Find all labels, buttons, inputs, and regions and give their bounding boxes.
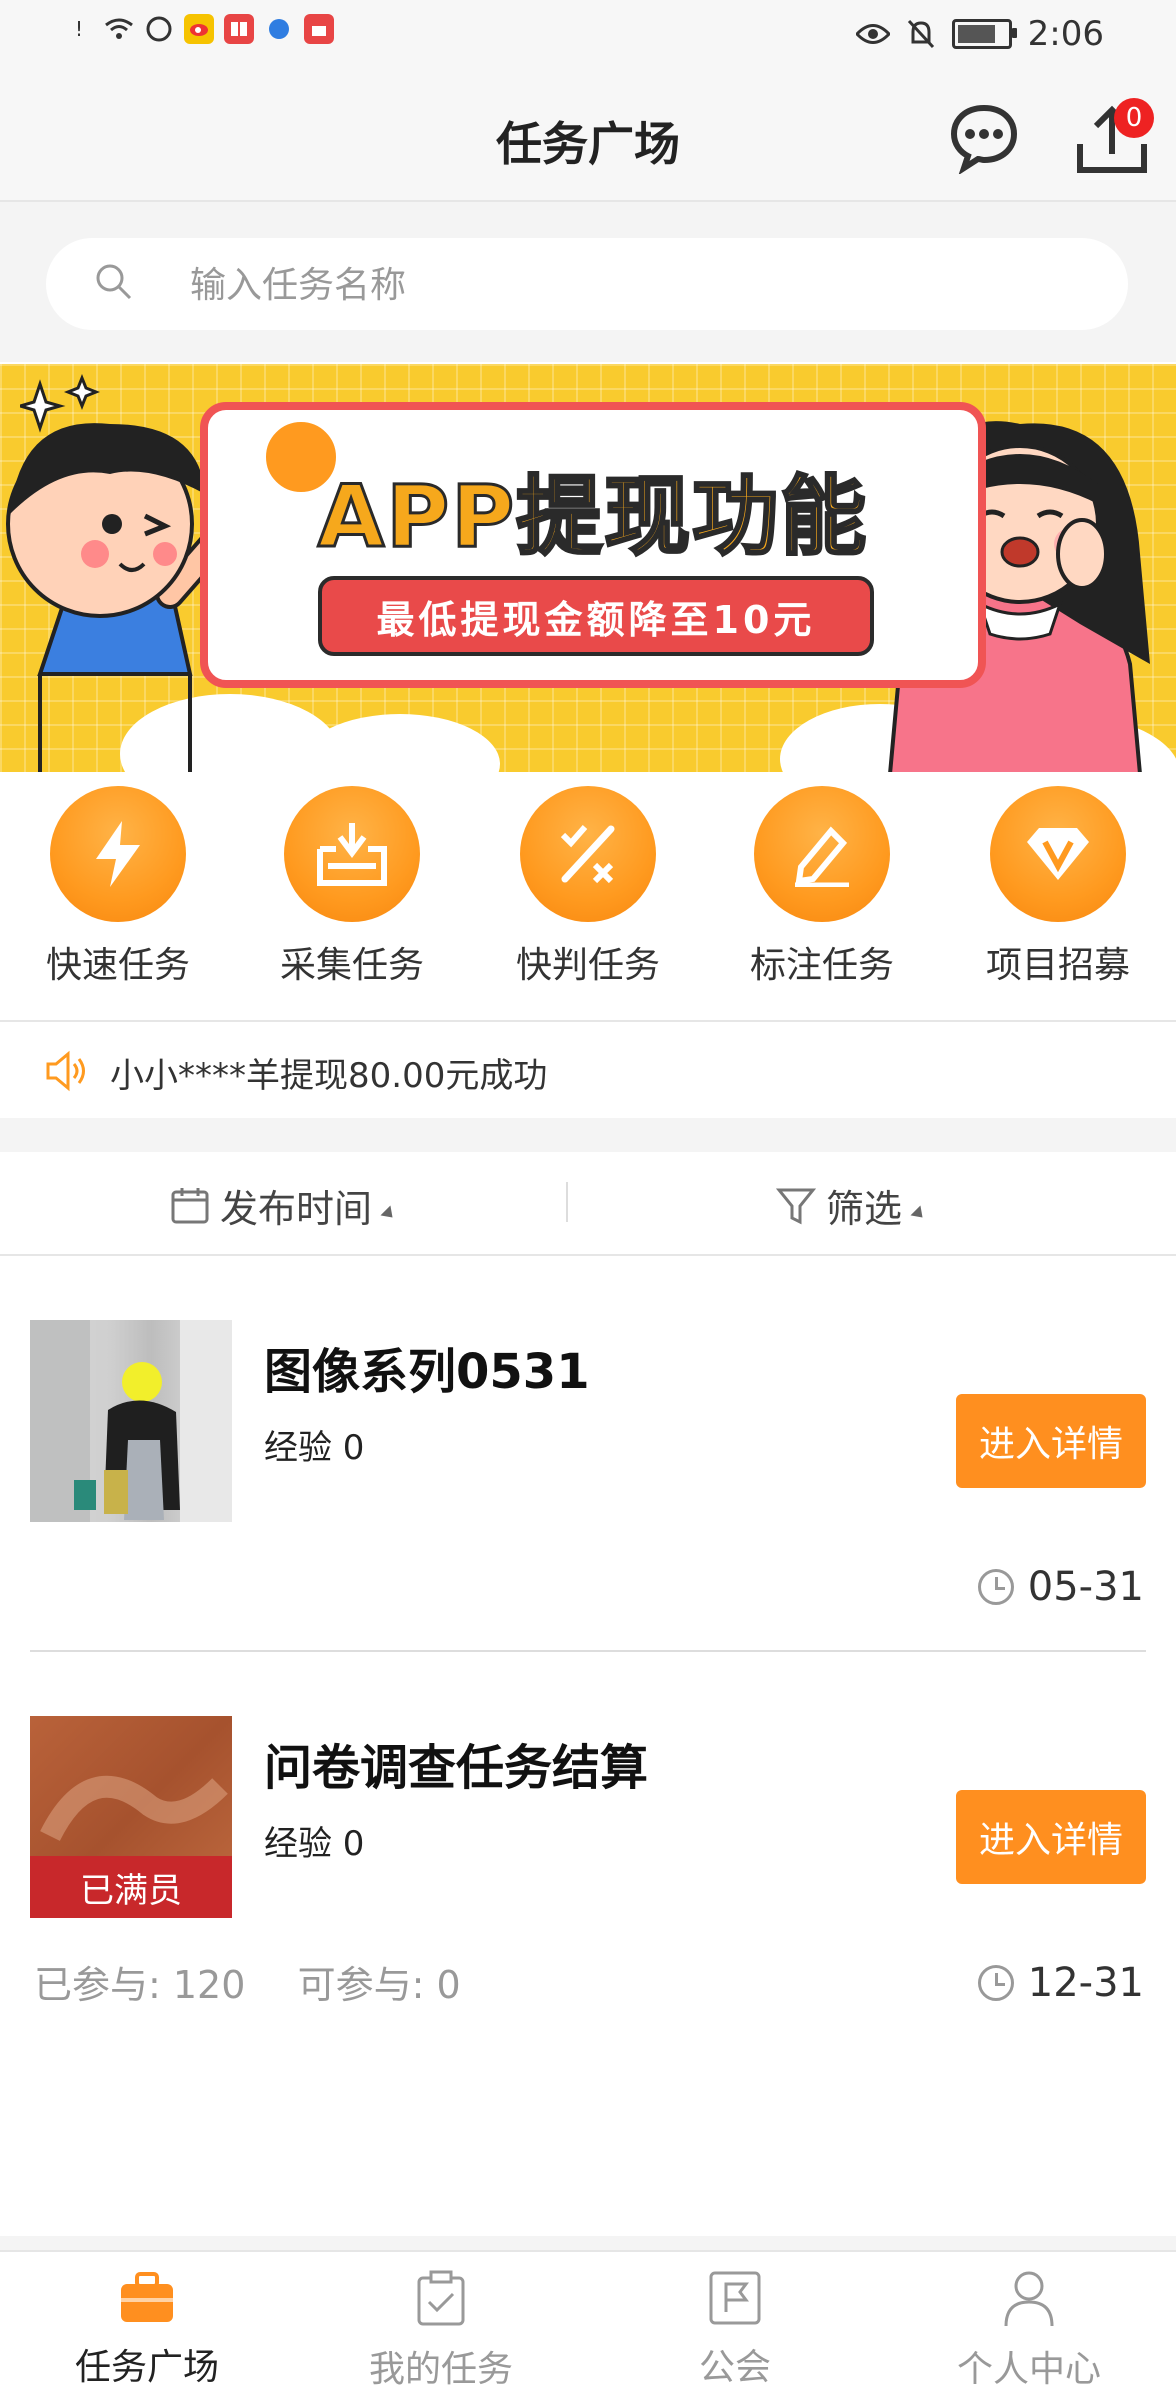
clock-icon [977, 1965, 1014, 2001]
judge-icon [560, 825, 615, 884]
globe-icon [264, 14, 294, 44]
category-annotate-task[interactable]: 标注任务 [722, 786, 922, 988]
app-header: 任务广场 0 [0, 72, 1176, 202]
dropdown-triangle-icon [910, 1205, 928, 1222]
cloud-decoration [300, 714, 500, 772]
bottom-nav: 任务广场 我的任务 公会 个人中心 [0, 2250, 1176, 2402]
section-gap [0, 1118, 1176, 1152]
task-experience: 经验 0 [264, 1428, 365, 1468]
task-date-text: 05-31 [1027, 1564, 1144, 1610]
section-gap [0, 2236, 1176, 2250]
task-experience: 经验 0 [264, 1824, 365, 1864]
category-icon-circle [284, 786, 420, 922]
nav-label: 我的任务 [368, 2349, 513, 2390]
nav-profile[interactable]: 个人中心 [882, 2252, 1176, 2402]
search-box[interactable] [46, 238, 1128, 332]
status-right: 2:06 [855, 14, 1104, 54]
task-card[interactable]: 已满员 问卷调查任务结算 经验 0 进入详情 已参与: 120 可参与: 0 1… [0, 1716, 1176, 2036]
clipboard-icon [417, 2270, 465, 2326]
category-icon-circle [50, 786, 186, 922]
category-judge-task[interactable]: 快判任务 [488, 786, 688, 988]
collect-icon [317, 823, 387, 886]
pencil-icon [795, 826, 849, 887]
upload-badge: 0 [1114, 98, 1154, 138]
book-icon [224, 14, 254, 44]
search-area [0, 202, 1176, 362]
search-input[interactable] [188, 238, 1072, 332]
available-count: 可参与: 0 [297, 1963, 461, 2007]
filter-button[interactable]: 筛选 [776, 1178, 928, 1233]
message-button[interactable] [948, 102, 1020, 176]
category-collect-task[interactable]: 采集任务 [252, 786, 452, 988]
weibo-icon [184, 14, 214, 44]
promo-banner[interactable]: APP提现功能 最低提现金额降至10元 [0, 364, 1176, 772]
banner-title: APP提现功能 [316, 466, 869, 569]
filter-divider [566, 1182, 568, 1222]
person-photo-illustration [30, 1320, 232, 1522]
lightning-icon [96, 821, 140, 887]
task-title: 问卷调查任务结算 [264, 1740, 649, 1796]
category-icon-circle [520, 786, 656, 922]
briefcase-icon [121, 2272, 173, 2322]
category-row: 快速任务 采集任务 快判任务 标注任务 项目招募 [0, 772, 1176, 1022]
full-status-label: 已满员 [30, 1856, 232, 1918]
view-details-button[interactable]: 进入详情 [956, 1394, 1146, 1488]
category-icon-circle [990, 786, 1126, 922]
view-details-button[interactable]: 进入详情 [956, 1790, 1146, 1884]
flag-icon [709, 2271, 761, 2325]
store-icon [304, 14, 334, 44]
battery-icon [951, 19, 1017, 49]
task-date: 05-31 [977, 1564, 1144, 1610]
banner-card: APP提现功能 最低提现金额降至10元 [200, 402, 986, 688]
notice-bar[interactable]: 小小****羊提现80.00元成功 [0, 1022, 1176, 1118]
task-thumbnail: 已满员 [30, 1716, 232, 1918]
clock-icon [977, 1569, 1014, 1605]
filter-label: 筛选 [826, 1187, 903, 1231]
browser-icon [144, 14, 174, 44]
task-stats: 已参与: 120 可参与: 0 [34, 1954, 461, 2009]
sort-by-time[interactable]: 发布时间 [170, 1178, 398, 1233]
nav-my-tasks[interactable]: 我的任务 [294, 2252, 588, 2402]
funnel-icon [776, 1188, 816, 1224]
calendar-icon [171, 1187, 209, 1223]
task-title: 图像系列0531 [264, 1344, 590, 1400]
status-bar: ! 2:06 [0, 0, 1176, 72]
nav-task-square[interactable]: 任务广场 [0, 2252, 294, 2402]
user-icon [1004, 2271, 1054, 2327]
notice-text: 小小****羊提现80.00元成功 [110, 1056, 548, 1096]
task-thumbnail [30, 1320, 232, 1522]
nav-label: 个人中心 [956, 2349, 1101, 2390]
category-icon-circle [754, 786, 890, 922]
task-divider [30, 1650, 1146, 1652]
category-quick-task[interactable]: 快速任务 [18, 786, 218, 988]
diamond-icon [1027, 828, 1089, 880]
category-label: 采集任务 [279, 945, 424, 986]
clock-text: 2:06 [1027, 14, 1104, 54]
status-left-icons: ! [64, 14, 334, 44]
category-label: 标注任务 [749, 945, 894, 986]
speaker-icon [46, 1050, 85, 1092]
banner-subtitle: 最低提现金额降至10元 [318, 576, 874, 656]
task-date-text: 12-31 [1027, 1960, 1144, 2006]
category-label: 快判任务 [515, 945, 660, 986]
mute-bell-icon [907, 19, 934, 49]
chat-bubble-icon [950, 104, 1018, 176]
category-recruit-project[interactable]: 项目招募 [958, 786, 1158, 988]
nav-label: 公会 [698, 2347, 771, 2388]
sort-time-label: 发布时间 [220, 1187, 373, 1231]
alert-icon: ! [74, 17, 84, 41]
category-label: 项目招募 [985, 945, 1130, 986]
search-icon [96, 264, 132, 300]
task-date: 12-31 [977, 1960, 1144, 2006]
joined-count: 已参与: 120 [34, 1963, 246, 2007]
wifi-icon [104, 14, 134, 44]
eye-icon [855, 24, 890, 44]
task-card[interactable]: 图像系列0531 经验 0 进入详情 05-31 [0, 1320, 1176, 1650]
sparkle-icon [20, 374, 100, 433]
category-label: 快速任务 [45, 945, 190, 986]
dropdown-triangle-icon [380, 1205, 398, 1222]
nav-guild[interactable]: 公会 [588, 2252, 882, 2402]
filter-bar: 发布时间 筛选 [0, 1152, 1176, 1256]
nav-label: 任务广场 [74, 2347, 219, 2388]
